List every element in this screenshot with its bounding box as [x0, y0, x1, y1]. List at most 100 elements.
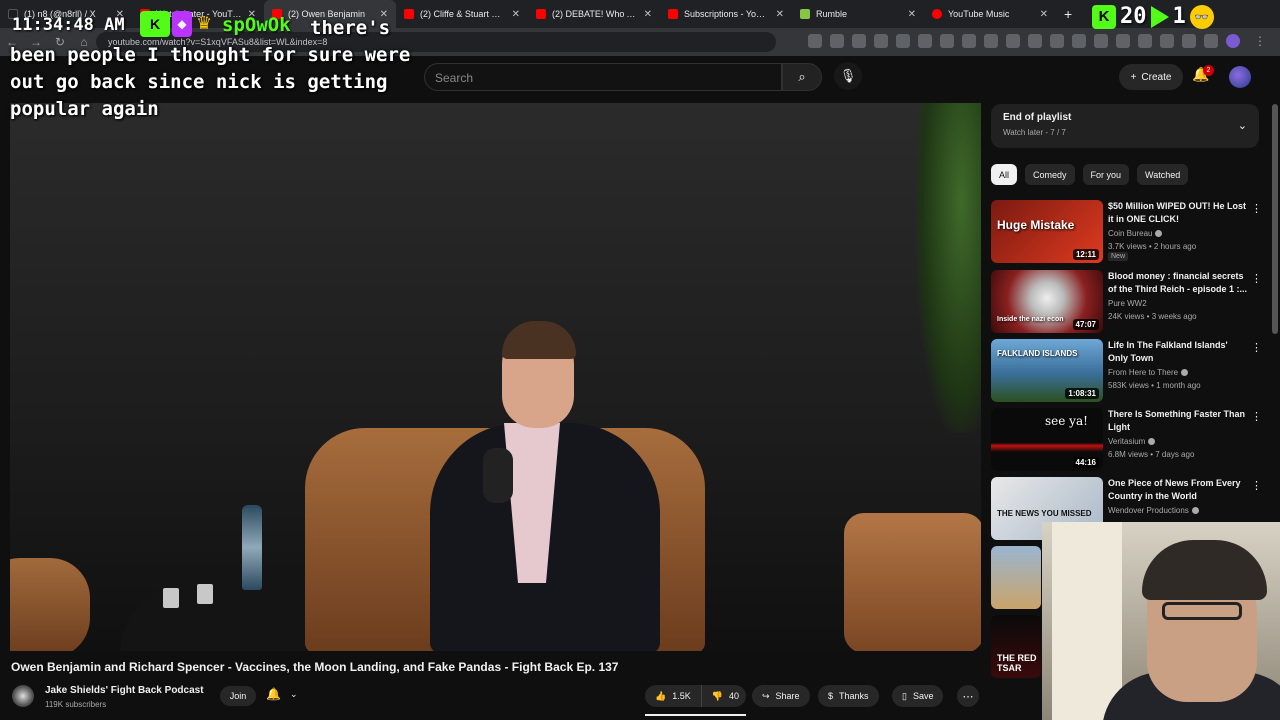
recommendation-title[interactable]: Blood money : financial secrets of the T… [1108, 270, 1248, 296]
save-button[interactable]: ▯ Save [892, 685, 944, 707]
more-options-icon[interactable]: ⋮ [1251, 202, 1262, 215]
search-button[interactable]: ⌕ [782, 63, 822, 91]
more-options-icon[interactable]: ⋮ [1251, 410, 1262, 423]
recommendation-title[interactable]: $50 Million WIPED OUT! He Lost it in ONE… [1108, 200, 1248, 226]
search-input[interactable]: Search [424, 63, 782, 91]
video-thumbnail[interactable]: THE RED TSAR [991, 615, 1041, 678]
extension-icon[interactable] [830, 34, 844, 48]
chip-comedy[interactable]: Comedy [1025, 164, 1075, 185]
extension-icon[interactable] [918, 34, 932, 48]
recommendation-channel[interactable]: Pure WW2 [1108, 299, 1147, 308]
extension-icon[interactable] [940, 34, 954, 48]
recommendation-channel[interactable]: Wendover Productions [1108, 506, 1199, 515]
close-icon[interactable]: ✕ [908, 9, 916, 20]
extension-icon[interactable] [874, 34, 888, 48]
browser-tab[interactable]: Subscriptions - YouTube ✕ [660, 0, 792, 28]
video-thumbnail[interactable] [991, 546, 1041, 609]
chip-for-you[interactable]: For you [1082, 164, 1130, 185]
dislike-button[interactable]: 👎 40 [702, 685, 749, 707]
streamer-webcam [1042, 522, 1280, 720]
recommendation-channel[interactable]: Coin Bureau [1108, 229, 1163, 238]
video-thumbnail[interactable]: FALKLAND ISLANDS 1:08:31 [991, 339, 1103, 402]
extension-icon[interactable] [808, 34, 822, 48]
extension-icon[interactable] [1138, 34, 1152, 48]
extension-icon[interactable] [1182, 34, 1196, 48]
mic-icon: 🎙 [839, 68, 857, 83]
chevron-down-icon[interactable]: ⌄ [1238, 119, 1247, 132]
tab-label: Subscriptions - YouTube [684, 9, 770, 19]
extension-icon[interactable] [1050, 34, 1064, 48]
browser-tab[interactable]: YouTube Music ✕ [924, 0, 1056, 28]
video-chair [10, 558, 90, 651]
more-options-icon[interactable]: ⋮ [1251, 341, 1262, 354]
recommendation-item[interactable]: FALKLAND ISLANDS 1:08:31 Life In The Fal… [991, 339, 1262, 403]
extension-icon[interactable] [1094, 34, 1108, 48]
more-options-icon[interactable]: ⋮ [1251, 479, 1262, 492]
chip-watched[interactable]: Watched [1137, 164, 1189, 185]
duration-badge: 1:08:31 [1065, 388, 1099, 399]
recommendation-channel[interactable]: Veritasium [1108, 437, 1156, 446]
recommendation-title[interactable]: There Is Something Faster Than Light [1108, 408, 1248, 434]
chevron-down-icon[interactable]: ⌄ [290, 689, 298, 700]
extension-icon[interactable] [1028, 34, 1042, 48]
recommendation-channel[interactable]: From Here to There [1108, 368, 1189, 377]
chip-all[interactable]: All [991, 164, 1018, 185]
save-label: Save [912, 691, 934, 701]
recommendation-title[interactable]: One Piece of News From Every Country in … [1108, 477, 1248, 503]
video-thumbnail[interactable]: see ya! 44:16 [991, 408, 1103, 471]
video-player[interactable] [10, 103, 981, 651]
join-button[interactable]: Join [220, 686, 256, 706]
extension-icon[interactable] [1204, 34, 1218, 48]
duration-badge: 47:07 [1072, 319, 1099, 330]
thanks-button[interactable]: $ Thanks [818, 685, 879, 707]
extension-icon[interactable] [984, 34, 998, 48]
recommendation-meta: 3.7K views • 2 hours ago [1108, 242, 1197, 251]
extension-icon[interactable] [1072, 34, 1086, 48]
video-bottle [242, 505, 262, 590]
duration-badge: 12:11 [1072, 249, 1099, 260]
close-icon[interactable]: ✕ [1040, 9, 1048, 20]
subscription-bell-icon[interactable]: 🔔 [266, 687, 281, 701]
close-icon[interactable]: ✕ [776, 9, 784, 20]
recommendation-title[interactable]: Life In The Falkland Islands' Only Town [1108, 339, 1248, 365]
tab-label: YouTube Music [948, 9, 1010, 19]
channel-avatar[interactable] [12, 685, 34, 707]
menu-icon[interactable]: ⋮ [1248, 34, 1272, 48]
recommendation-item[interactable]: Inside the nazi econ 47:07 Blood money :… [991, 270, 1262, 334]
browser-tab[interactable]: Rumble ✕ [792, 0, 924, 28]
more-actions-icon[interactable]: ⋯ [957, 685, 979, 707]
share-button[interactable]: ↪ Share [752, 685, 810, 707]
voice-search-button[interactable]: 🎙 [834, 62, 862, 90]
stream-stats-overlay: K 20 1 👓 [1092, 4, 1214, 29]
video-thumbnail[interactable]: Inside the nazi econ 47:07 [991, 270, 1103, 333]
close-icon[interactable]: ✕ [512, 9, 520, 20]
extension-icon[interactable] [1116, 34, 1130, 48]
browser-tab[interactable]: (2) DEBATE! Who Are th ✕ [528, 0, 660, 28]
new-tab-button[interactable]: + [1056, 6, 1080, 22]
channel-name[interactable]: Jake Shields' Fight Back Podcast [45, 685, 204, 696]
recommendation-item[interactable]: Huge Mistake 12:11 $50 Million WIPED OUT… [991, 200, 1262, 264]
extension-icons: ⋮ [808, 34, 1272, 48]
extension-icon[interactable] [1160, 34, 1174, 48]
recommendation-item[interactable]: see ya! 44:16 There Is Something Faster … [991, 408, 1262, 472]
video-thumbnail[interactable]: Huge Mistake 12:11 [991, 200, 1103, 263]
sidebar-scrollbar[interactable] [1272, 104, 1278, 334]
glasses-emote-icon: 👓 [1189, 4, 1214, 29]
account-avatar[interactable] [1229, 66, 1251, 88]
extension-icon[interactable] [962, 34, 976, 48]
thumbs-up-icon: 👍 [655, 690, 667, 701]
extension-icon[interactable] [1006, 34, 1020, 48]
stream-clock: 11:34:48 AM [12, 15, 125, 35]
more-options-icon[interactable]: ⋮ [1251, 272, 1262, 285]
tab-label: (2) Cliffe & Stuart Knech [420, 9, 506, 19]
create-button[interactable]: + Create [1119, 64, 1183, 90]
extension-icon[interactable] [896, 34, 910, 48]
close-icon[interactable]: ✕ [644, 9, 652, 20]
like-button[interactable]: 👍 1.5K [645, 685, 702, 707]
playlist-title: End of playlist [1003, 112, 1072, 123]
thumbnail-text: THE NEWS YOU MISSED [997, 509, 1092, 518]
playlist-panel-header[interactable]: End of playlist Watch later - 7 / 7 ⌄ [991, 104, 1259, 148]
thumbnail-text: FALKLAND ISLANDS [997, 349, 1078, 358]
profile-icon[interactable] [1226, 34, 1240, 48]
extension-icon[interactable] [852, 34, 866, 48]
